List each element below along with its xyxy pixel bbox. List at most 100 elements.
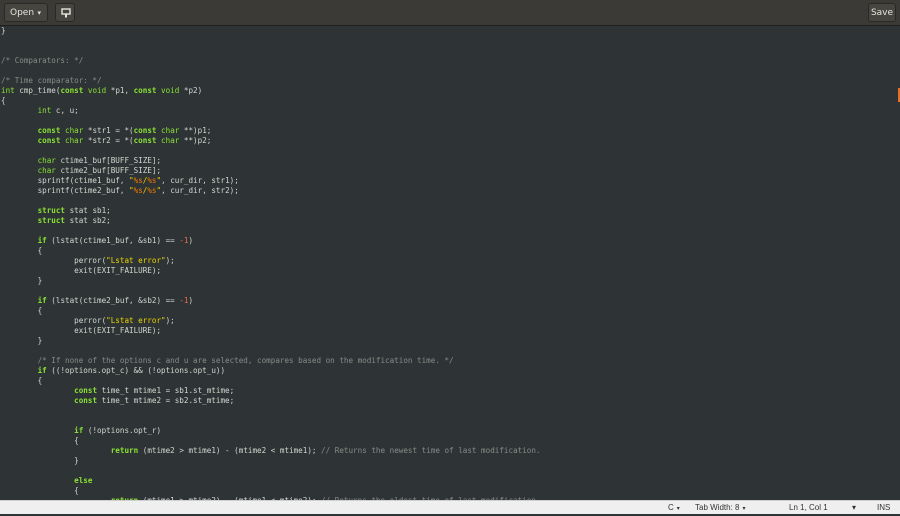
- code-line[interactable]: {: [1, 376, 541, 386]
- code-token: /* Comparators: */: [1, 56, 84, 65]
- code-token: struct: [37, 216, 66, 225]
- code-token: *str2 = *(: [83, 136, 134, 145]
- position-dropdown-icon[interactable]: ▾: [852, 501, 856, 514]
- save-button[interactable]: Save: [868, 3, 896, 22]
- code-line[interactable]: perror("Lstat error");: [1, 316, 541, 326]
- code-token: char: [161, 136, 180, 145]
- code-token: }: [1, 276, 43, 285]
- code-line[interactable]: if (lstat(ctime1_buf, &sb1) == -1): [1, 236, 541, 246]
- code-line[interactable]: {: [1, 306, 541, 316]
- code-token: }: [1, 336, 43, 345]
- code-editor[interactable]: } /* Comparators: */ /* Time comparator: *…: [0, 26, 900, 500]
- code-token: {: [1, 436, 79, 445]
- code-token: **)p1;: [179, 126, 212, 135]
- code-token: %s: [133, 176, 143, 185]
- code-token: {: [1, 306, 43, 315]
- code-token: exit(EXIT_FAILURE);: [1, 326, 162, 335]
- code-text[interactable]: } /* Comparators: */ /* Time comparator: *…: [1, 26, 541, 500]
- code-line[interactable]: {: [1, 96, 541, 106]
- code-token: c, u;: [51, 106, 79, 115]
- status-bar: C ▾ Tab Width: 8 ▾ Ln 1, Col 1 ▾ INS: [0, 500, 900, 514]
- cursor-position[interactable]: Ln 1, Col 1: [789, 501, 828, 514]
- code-token: ctime1_buf[BUFF_SIZE];: [55, 156, 162, 165]
- code-token: const: [74, 396, 98, 405]
- code-line[interactable]: struct stat sb2;: [1, 216, 541, 226]
- code-line[interactable]: const char *str1 = *(const char **)p1;: [1, 126, 541, 136]
- header-bar: Open ▾ Save: [0, 0, 900, 26]
- code-line[interactable]: else: [1, 476, 541, 486]
- code-line[interactable]: {: [1, 246, 541, 256]
- code-line[interactable]: [1, 46, 541, 56]
- code-token: /* If none of the options c and u are se…: [37, 356, 454, 365]
- pin-button[interactable]: [55, 3, 75, 22]
- code-line[interactable]: const char *str2 = *(const char **)p2;: [1, 136, 541, 146]
- chevron-down-icon: ▾: [742, 506, 746, 512]
- open-button[interactable]: Open ▾: [4, 3, 48, 22]
- code-token: ): [188, 296, 194, 305]
- code-token: perror(: [1, 316, 107, 325]
- code-line[interactable]: [1, 466, 541, 476]
- code-line[interactable]: const time_t mtime2 = sb2.st_mtime;: [1, 396, 541, 406]
- code-token: {: [1, 376, 43, 385]
- code-line[interactable]: }: [1, 26, 541, 36]
- code-line[interactable]: int c, u;: [1, 106, 541, 116]
- code-line[interactable]: [1, 226, 541, 236]
- code-line[interactable]: sprintf(ctime1_buf, "%s/%s", cur_dir, st…: [1, 176, 541, 186]
- code-line[interactable]: /* If none of the options c and u are se…: [1, 356, 541, 366]
- code-line[interactable]: if (lstat(ctime2_buf, &sb2) == -1): [1, 296, 541, 306]
- code-line[interactable]: [1, 286, 541, 296]
- code-line[interactable]: if ((!options.opt_c) && (!options.opt_u)…: [1, 366, 541, 376]
- code-line[interactable]: char ctime1_buf[BUFF_SIZE];: [1, 156, 541, 166]
- tab-width-label: Tab Width: 8: [695, 503, 740, 512]
- code-line[interactable]: [1, 36, 541, 46]
- code-token: **)p2;: [179, 136, 212, 145]
- code-line[interactable]: {: [1, 486, 541, 496]
- code-line[interactable]: int cmp_time(const void *p1, const void …: [1, 86, 541, 96]
- code-line[interactable]: [1, 116, 541, 126]
- code-line[interactable]: }: [1, 276, 541, 286]
- code-line[interactable]: exit(EXIT_FAILURE);: [1, 266, 541, 276]
- insert-mode-indicator: INS: [877, 503, 891, 512]
- code-line[interactable]: return (mtime2 > mtime1) - (mtime2 < mti…: [1, 446, 541, 456]
- code-line[interactable]: perror("Lstat error");: [1, 256, 541, 266]
- code-token: // Returns the newest time of last modif…: [321, 446, 541, 455]
- code-token: char: [65, 126, 84, 135]
- code-token: );: [165, 316, 175, 325]
- code-line[interactable]: [1, 346, 541, 356]
- code-line[interactable]: [1, 196, 541, 206]
- code-line[interactable]: [1, 416, 541, 426]
- code-line[interactable]: }: [1, 336, 541, 346]
- code-token: time_t mtime2 = sb2.st_mtime;: [97, 396, 235, 405]
- code-token: if: [37, 296, 47, 305]
- code-token: }: [1, 26, 6, 35]
- code-line[interactable]: [1, 146, 541, 156]
- code-token: }: [1, 456, 79, 465]
- code-line[interactable]: /* Time comparator: */: [1, 76, 541, 86]
- code-line[interactable]: }: [1, 456, 541, 466]
- code-line[interactable]: char ctime2_buf[BUFF_SIZE];: [1, 166, 541, 176]
- code-line[interactable]: sprintf(ctime2_buf, "%s/%s", cur_dir, st…: [1, 186, 541, 196]
- code-line[interactable]: {: [1, 436, 541, 446]
- code-token: if: [74, 426, 84, 435]
- code-line[interactable]: struct stat sb1;: [1, 206, 541, 216]
- code-line[interactable]: [1, 66, 541, 76]
- code-line[interactable]: [1, 406, 541, 416]
- code-token: *p1,: [106, 86, 134, 95]
- code-token: char: [65, 136, 84, 145]
- code-token: const: [133, 136, 157, 145]
- code-line[interactable]: exit(EXIT_FAILURE);: [1, 326, 541, 336]
- code-line[interactable]: const time_t mtime1 = sb1.st_mtime;: [1, 386, 541, 396]
- code-line[interactable]: if (!options.opt_r): [1, 426, 541, 436]
- code-line[interactable]: /* Comparators: */: [1, 56, 541, 66]
